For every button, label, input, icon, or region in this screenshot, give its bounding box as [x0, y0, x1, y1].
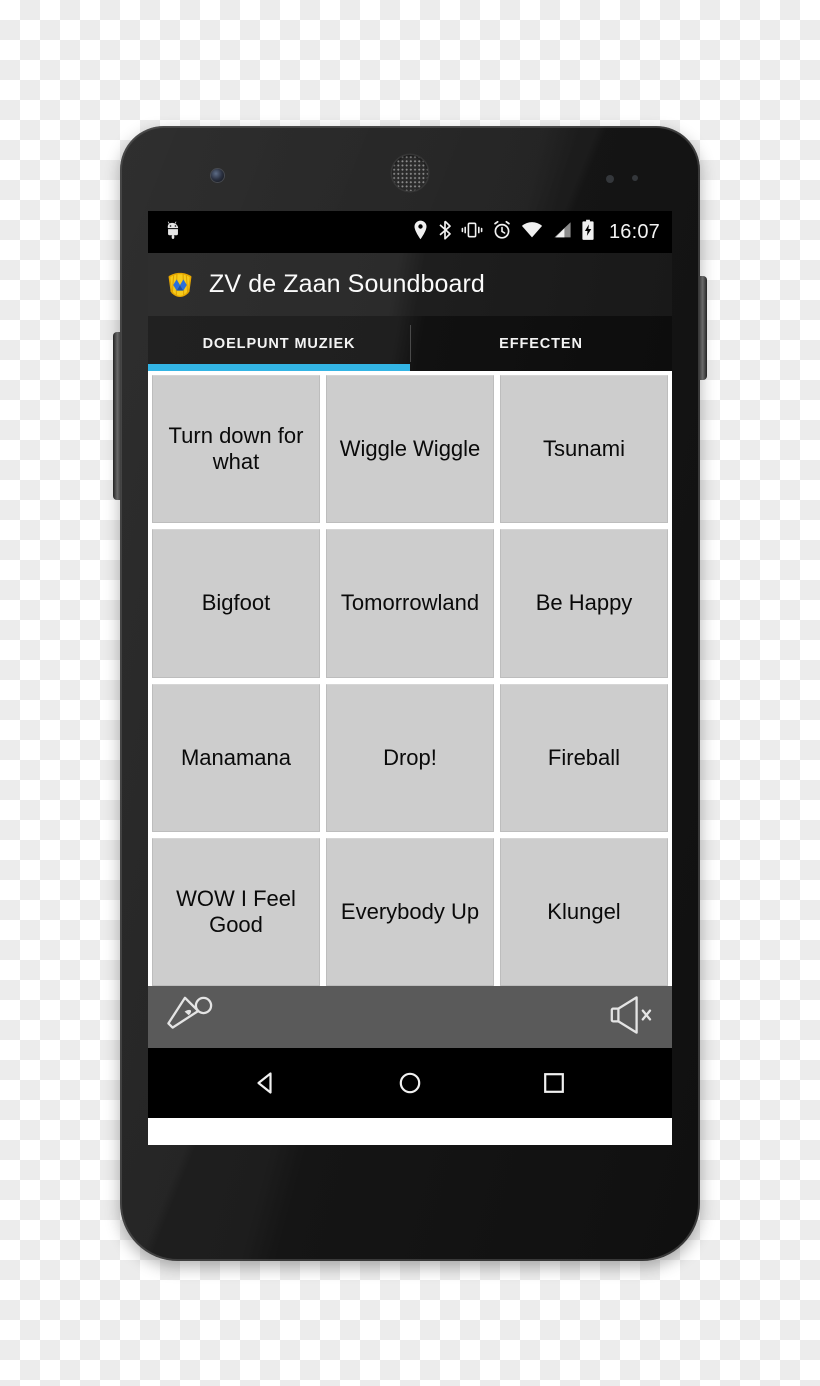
phone-screen: 16:07 ZV de Zaan Soundboard DOELPUNT MUZ…	[148, 211, 672, 1145]
control-bar	[148, 986, 672, 1048]
earpiece-speaker-icon	[392, 155, 428, 191]
location-icon	[412, 220, 429, 245]
status-bar: 16:07	[148, 211, 672, 253]
microphone-icon[interactable]	[160, 993, 220, 1042]
status-bar-system-icons: 16:07	[412, 219, 660, 246]
ambient-light-sensor-icon	[632, 175, 638, 181]
sound-button[interactable]: WOW I Feel Good	[152, 837, 320, 986]
sound-button[interactable]: Klungel	[500, 837, 668, 986]
tab-active-indicator	[148, 364, 410, 371]
sound-button[interactable]: Drop!	[326, 683, 494, 832]
phone-device: 16:07 ZV de Zaan Soundboard DOELPUNT MUZ…	[113, 126, 707, 1261]
status-bar-clock: 16:07	[608, 220, 660, 243]
sound-button[interactable]: Bigfoot	[152, 529, 320, 678]
tab-label: DOELPUNT MUZIEK	[202, 335, 356, 352]
sound-button[interactable]: Tsunami	[500, 375, 668, 524]
volume-rocker-button[interactable]	[113, 332, 121, 500]
home-icon[interactable]	[393, 1066, 427, 1100]
back-icon[interactable]	[249, 1066, 283, 1100]
sound-button[interactable]: Turn down for what	[152, 375, 320, 524]
tab-bar: DOELPUNT MUZIEK EFFECTEN	[148, 316, 672, 371]
bluetooth-icon	[438, 220, 452, 245]
app-logo-icon	[163, 268, 197, 302]
proximity-sensor-icon	[606, 175, 614, 183]
android-robot-icon	[162, 219, 184, 246]
battery-charging-icon	[581, 219, 595, 246]
sound-button[interactable]: Fireball	[500, 683, 668, 832]
sound-button[interactable]: Tomorrowland	[326, 529, 494, 678]
sound-button[interactable]: Wiggle Wiggle	[326, 375, 494, 524]
front-camera-icon	[211, 169, 224, 182]
action-bar: ZV de Zaan Soundboard	[148, 253, 672, 316]
android-nav-bar	[148, 1048, 672, 1118]
soundboard-grid: Turn down for what Wiggle Wiggle Tsunami…	[148, 371, 672, 986]
app-title: ZV de Zaan Soundboard	[209, 270, 485, 298]
status-bar-notifications	[162, 219, 184, 246]
cellular-signal-icon	[552, 220, 572, 245]
speaker-mute-icon[interactable]	[606, 994, 656, 1041]
recents-icon[interactable]	[537, 1066, 571, 1100]
sound-button[interactable]: Everybody Up	[326, 837, 494, 986]
vibrate-icon	[461, 220, 483, 245]
power-button[interactable]	[699, 276, 707, 380]
wifi-icon	[521, 220, 543, 245]
alarm-icon	[492, 220, 512, 245]
sound-button[interactable]: Manamana	[152, 683, 320, 832]
tab-doelpunt-muziek[interactable]: DOELPUNT MUZIEK	[148, 316, 410, 371]
sound-button[interactable]: Be Happy	[500, 529, 668, 678]
tab-label: EFFECTEN	[499, 335, 583, 352]
tab-effecten[interactable]: EFFECTEN	[410, 316, 672, 371]
